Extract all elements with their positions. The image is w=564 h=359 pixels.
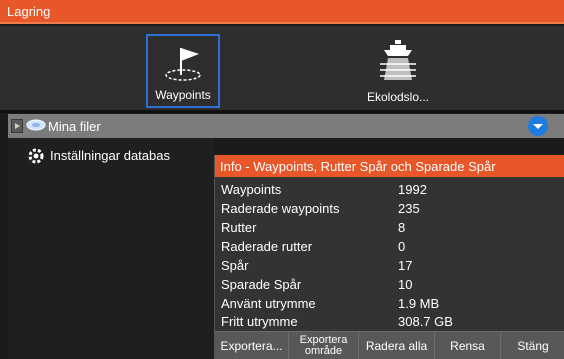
info-row: Rutter 8 <box>215 218 564 237</box>
info-row-key: Sparade Spår <box>221 277 302 292</box>
info-row-key: Rutter <box>221 220 257 235</box>
info-row: Använt utrymme 1.9 MB <box>215 294 564 313</box>
info-row: Spår 17 <box>215 256 564 275</box>
info-row-key: Fritt utrymme <box>221 314 298 329</box>
close-button[interactable]: Stäng <box>501 332 564 359</box>
waypoints-tile[interactable]: Waypoints <box>146 34 220 108</box>
info-row-value: 0 <box>398 239 406 254</box>
file-tree-pane <box>8 138 214 359</box>
info-row: Raderade waypoints 235 <box>215 199 564 218</box>
info-row-key: Använt utrymme <box>221 296 316 311</box>
window-title: Lagring <box>7 4 51 19</box>
info-row-value: 235 <box>398 201 420 216</box>
export-button[interactable]: Exportera... <box>215 332 289 359</box>
info-row-key: Waypoints <box>221 182 282 197</box>
info-row: Raderade rutter 0 <box>215 237 564 256</box>
export-area-button[interactable]: Exportera område <box>289 332 359 359</box>
waypoint-flag-icon <box>165 48 201 81</box>
dropdown-chevron-icon[interactable] <box>528 116 548 136</box>
disk-icon <box>26 119 46 131</box>
delete-all-button[interactable]: Radera alla <box>359 332 435 359</box>
info-row-value: 308.7 GB <box>398 314 453 329</box>
info-dialog-footer: Exportera... Exportera område Radera all… <box>215 331 564 359</box>
info-dialog-header: Info - Waypoints, Rutter Spår och Sparad… <box>215 155 564 177</box>
my-files-row[interactable]: Mina filer <box>8 114 564 138</box>
info-row: Sparade Spår 10 <box>215 275 564 294</box>
clear-button[interactable]: Rensa <box>435 332 501 359</box>
info-row-value: 1992 <box>398 182 427 197</box>
info-dialog-body: Waypoints 1992 Raderade waypoints 235 Ru… <box>215 177 564 331</box>
divider <box>0 110 564 113</box>
database-settings-label: Inställningar databas <box>50 148 170 163</box>
waypoints-tile-label: Waypoints <box>155 88 211 102</box>
title-bar: Lagring <box>0 0 564 24</box>
info-row-value: 1.9 MB <box>398 296 440 311</box>
storage-category-panel <box>0 26 564 110</box>
info-row-value: 17 <box>398 258 413 273</box>
info-row-key: Raderade waypoints <box>221 201 340 216</box>
info-dialog: Info - Waypoints, Rutter Spår och Sparad… <box>214 155 564 359</box>
settings-gear-icon <box>28 148 44 164</box>
info-dialog-title: Info - Waypoints, Rutter Spår och Sparad… <box>220 159 496 174</box>
info-row-value: 8 <box>398 220 406 235</box>
info-row-value: 10 <box>398 277 413 292</box>
expand-arrow-icon[interactable] <box>11 119 23 133</box>
echosounder-log-tile[interactable]: Ekolodslo... <box>355 34 441 108</box>
echosounder-log-icon <box>380 40 416 80</box>
info-row-key: Raderade rutter <box>221 239 313 254</box>
export-area-line-2: område <box>304 345 343 357</box>
info-row: Fritt utrymme 308.7 GB <box>215 312 564 331</box>
info-row: Waypoints 1992 <box>215 180 564 199</box>
my-files-label: Mina filer <box>48 119 101 134</box>
info-row-key: Spår <box>221 258 249 273</box>
echosounder-log-tile-label: Ekolodslo... <box>366 90 430 104</box>
